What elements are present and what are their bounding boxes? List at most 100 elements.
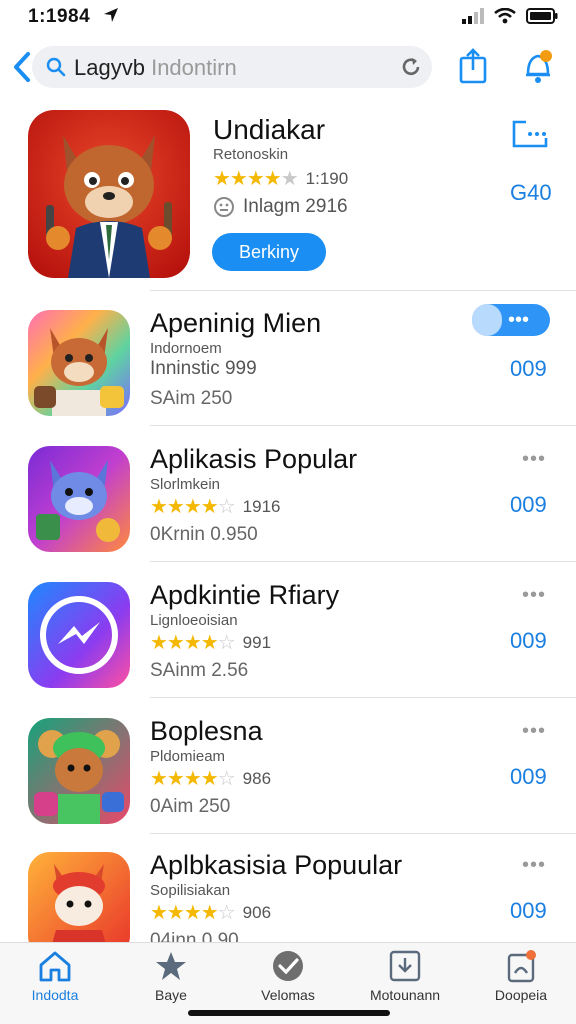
home-icon	[39, 951, 71, 982]
app-subtitle: Lignloeoisian	[150, 612, 238, 629]
search-input[interactable]: Lagyvb Indontirn	[74, 55, 237, 81]
divider	[150, 425, 576, 426]
app-meta: 0Aim 250	[150, 796, 231, 817]
app-meta: SAinm 2.56	[150, 660, 249, 681]
app-subtitle: Slorlmkein	[150, 476, 221, 493]
divider	[150, 561, 576, 562]
back-chevron-icon[interactable]	[10, 50, 34, 84]
list-item[interactable]: Boplesna Pldomieam ★★★★☆ 986 0Aim 250 ••…	[0, 712, 576, 842]
list-item[interactable]: Apdkintie Rfiary Lignloeoisian ★★★★☆ 991…	[0, 576, 576, 706]
app-value[interactable]: 009	[510, 628, 547, 654]
more-dots-icon[interactable]: •••	[522, 584, 546, 607]
face-icon	[214, 197, 234, 217]
app-meta: 04inn 0.90	[150, 930, 239, 942]
featured-app-subtitle: Retonoskin	[213, 146, 289, 163]
featured-side-value[interactable]: G40	[510, 180, 552, 206]
tab-label: Baye	[155, 987, 187, 1003]
featured-app[interactable]: Undiakar Retonoskin ★★★★★ 1:190 Inlagm 2…	[0, 104, 576, 284]
star-rating-icon: ★★★★☆	[150, 496, 236, 518]
app-title: Boplesna	[150, 716, 263, 746]
app-meta: 0Krnin 0.950	[150, 524, 258, 545]
search-icon	[46, 57, 66, 77]
app-value[interactable]: 009	[510, 898, 547, 924]
get-button[interactable]: Berkiny	[212, 233, 326, 271]
divider	[150, 697, 576, 698]
battery-icon	[526, 8, 558, 24]
list-item[interactable]: Aplbkasisia Popuular Sopilisiakan ★★★★☆ …	[0, 846, 576, 942]
app-info-line: Inninstic 999	[150, 358, 257, 380]
app-icon[interactable]	[28, 446, 130, 552]
divider	[150, 833, 576, 834]
notification-bell-icon[interactable]	[520, 48, 556, 86]
location-arrow-icon	[104, 8, 118, 22]
featured-reviews-text: Inlagm 2916	[243, 196, 348, 217]
divider	[150, 290, 576, 291]
app-rating: ★★★★☆ 906	[150, 900, 271, 925]
app-value[interactable]: 009	[510, 764, 547, 790]
app-subtitle: Indornoem	[150, 340, 222, 357]
tab-updates[interactable]: Velomas	[233, 949, 343, 1015]
status-bar: 1:1984	[0, 0, 576, 36]
app-icon[interactable]	[28, 310, 130, 416]
share-icon[interactable]	[458, 48, 488, 84]
tab-favorites[interactable]: Baye	[116, 949, 226, 1015]
app-value[interactable]: 009	[510, 356, 547, 382]
reload-icon[interactable]	[400, 56, 422, 78]
app-icon[interactable]	[28, 718, 130, 824]
app-title: Apdkintie Rfiary	[150, 580, 340, 610]
star-rating-icon: ★★★★☆	[150, 902, 236, 924]
app-subtitle: Pldomieam	[150, 748, 226, 765]
featured-rating: ★★★★★ 1:190	[213, 166, 348, 191]
wifi-icon	[494, 8, 516, 24]
app-title: Apeninig Mien	[150, 308, 322, 338]
app-title: Aplbkasisia Popuular	[150, 850, 403, 880]
app-rating-value: 991	[242, 632, 272, 652]
app-rating: ★★★★☆ 1916	[150, 494, 280, 519]
list-item[interactable]: Aplikasis Popular Slorlmkein ★★★★☆ 1916 …	[0, 440, 576, 570]
expand-icon[interactable]	[510, 118, 550, 150]
app-rating-value: 986	[242, 768, 272, 788]
tab-downloads[interactable]: Motounann	[350, 949, 460, 1015]
app-info-text: Inninstic 999	[150, 358, 257, 379]
status-time: 1:1984	[28, 6, 91, 27]
navigation-bar: Lagyvb Indontirn	[0, 44, 576, 92]
tab-profile[interactable]: Doopeia	[466, 949, 576, 1015]
more-toggle[interactable]: •••	[472, 304, 550, 336]
search-hint: Indontirn	[151, 55, 237, 80]
app-rating: ★★★★☆ 991	[150, 630, 271, 655]
app-icon[interactable]	[28, 582, 130, 688]
more-dots-icon: •••	[508, 309, 530, 331]
app-title: Aplikasis Popular	[150, 444, 358, 474]
search-query: Lagyvb	[74, 55, 145, 80]
home-indicator	[188, 1010, 390, 1016]
tab-label: Doopeia	[494, 987, 548, 1003]
star-rating-icon: ★★★★☆	[150, 632, 236, 654]
profile-icon	[507, 950, 536, 983]
signal-icon	[462, 8, 484, 24]
app-meta: SAim 250	[150, 388, 233, 409]
star-rating-icon: ★★★★★	[213, 168, 299, 190]
app-value[interactable]: 009	[510, 492, 547, 518]
download-icon	[389, 950, 421, 982]
star-icon	[156, 952, 186, 980]
more-dots-icon[interactable]: •••	[522, 720, 546, 743]
tab-label: Velomas	[261, 987, 315, 1003]
featured-rating-value: 1:190	[305, 168, 349, 188]
featured-app-title: Undiakar	[213, 114, 326, 145]
app-icon[interactable]	[28, 852, 130, 942]
more-dots-icon[interactable]: •••	[522, 448, 546, 471]
tab-home[interactable]: Indodta	[0, 949, 110, 1015]
status-icons	[462, 8, 558, 24]
app-rating-value: 906	[242, 902, 272, 922]
app-rating: ★★★★☆ 986	[150, 766, 271, 791]
list-item[interactable]: Apeninig Mien Indornoem Inninstic 999 SA…	[0, 304, 576, 434]
search-field[interactable]: Lagyvb Indontirn	[32, 46, 432, 88]
toggle-knob	[472, 304, 502, 336]
checkmark-icon	[273, 951, 303, 981]
app-rating-value: 1916	[242, 496, 281, 516]
featured-app-icon[interactable]	[28, 110, 190, 278]
star-rating-icon: ★★★★☆	[150, 768, 236, 790]
more-dots-icon[interactable]: •••	[522, 854, 546, 877]
tab-label: Indodta	[31, 987, 79, 1003]
tab-label: Motounann	[369, 987, 441, 1003]
